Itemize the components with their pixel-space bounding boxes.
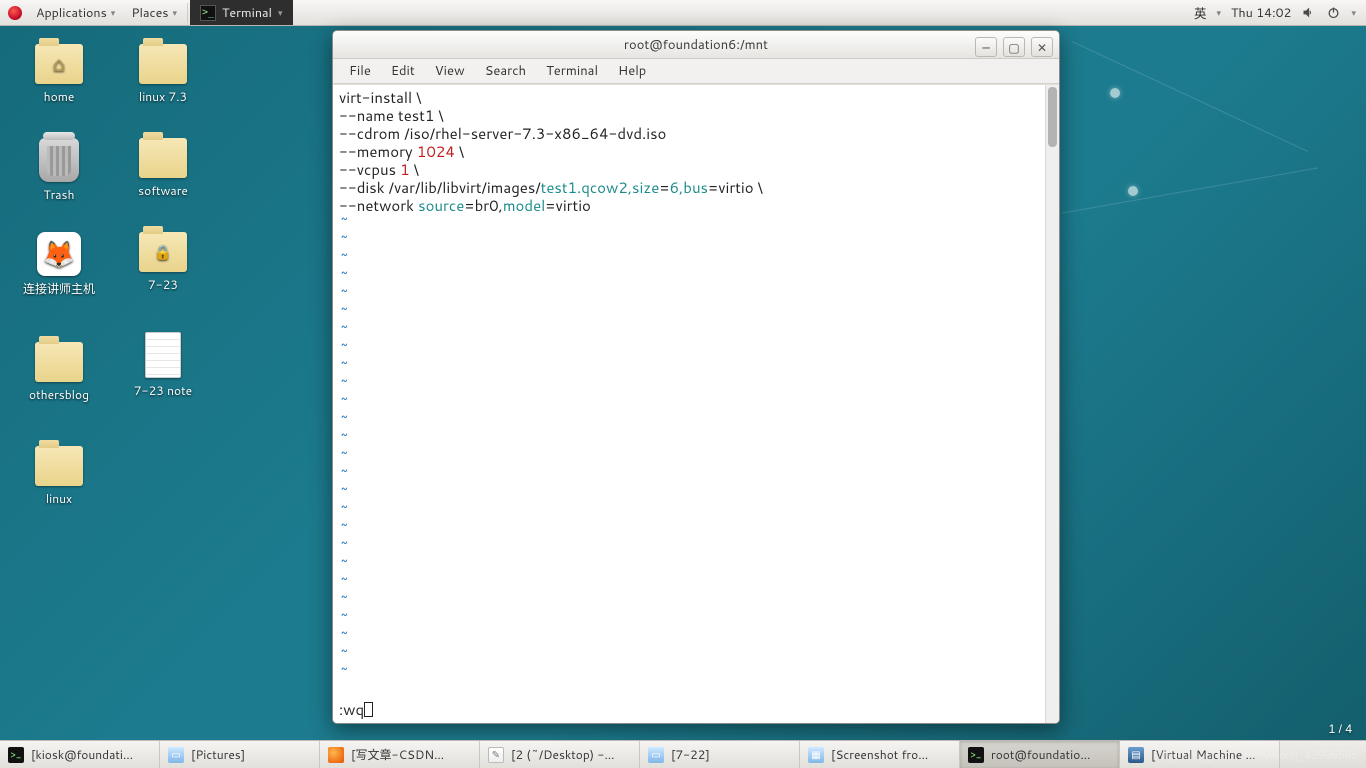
- task-label: root@foundatio…: [991, 746, 1090, 763]
- task-pictures[interactable]: ▭ [Pictures]: [160, 741, 320, 768]
- terminal-editor[interactable]: virt-install \ --name test1 \ --cdrom /i…: [333, 85, 1045, 723]
- icon-label: 7-23: [118, 276, 208, 293]
- desktop-icon-connect-teacher[interactable]: 🦊 连接讲师主机: [14, 232, 104, 297]
- clock[interactable]: Thu 14:02: [1231, 4, 1291, 22]
- chevron-down-icon: ▾: [111, 6, 116, 19]
- icon-label: othersblog: [14, 386, 104, 403]
- task-kiosk-terminal[interactable]: >_ [kiosk@foundati…: [0, 741, 160, 768]
- desktop-icon-7-23[interactable]: 🔒 7-23: [118, 232, 208, 293]
- firefox-icon: [328, 747, 344, 763]
- places-menu[interactable]: Places ▾: [123, 0, 185, 25]
- icon-label: software: [118, 182, 208, 199]
- task-label: [7-22]: [671, 746, 710, 763]
- places-label: Places: [131, 4, 168, 22]
- lock-icon: 🔒: [145, 238, 181, 266]
- icon-label: Trash: [14, 186, 104, 203]
- task-label: [kiosk@foundati…: [31, 746, 133, 763]
- task-label: [Pictures]: [191, 746, 245, 763]
- chevron-down-icon: ▾: [1351, 6, 1356, 19]
- panel-task-terminal[interactable]: >_ Terminal ▾: [190, 0, 292, 25]
- icon-label: home: [14, 88, 104, 105]
- window-minimize-button[interactable]: ─: [975, 37, 997, 57]
- page-indicator: 1 / 4: [1329, 722, 1352, 736]
- redhat-logo-icon: [8, 6, 22, 20]
- applications-menu[interactable]: Applications ▾: [28, 0, 123, 25]
- chevron-down-icon: ▾: [173, 6, 178, 19]
- vim-command-line[interactable]: :wq: [339, 701, 373, 719]
- panel-task-label: Terminal: [222, 4, 272, 22]
- bottom-taskbar: >_ [kiosk@foundati… ▭ [Pictures] [写文章-CS…: [0, 740, 1366, 768]
- window-titlebar[interactable]: root@foundation6:/mnt ─ ▢ ✕: [333, 31, 1059, 59]
- window-close-button[interactable]: ✕: [1031, 37, 1053, 57]
- top-panel: Applications ▾ Places ▾ >_ Terminal ▾ 英 …: [0, 0, 1366, 26]
- desktop-icon-linux73[interactable]: linux 7.3: [118, 44, 208, 105]
- vm-icon: ▤: [1128, 747, 1144, 763]
- task-label: [Virtual Machine …: [1151, 746, 1256, 763]
- menu-edit[interactable]: Edit: [383, 59, 423, 83]
- task-root-terminal[interactable]: >_ root@foundatio…: [960, 741, 1120, 768]
- task-label: [Screenshot fro…: [831, 746, 928, 763]
- terminal-icon: >_: [968, 747, 984, 763]
- chevron-down-icon: ▾: [1216, 6, 1221, 19]
- menu-view[interactable]: View: [427, 59, 473, 83]
- terminal-menubar: File Edit View Search Terminal Help: [333, 59, 1059, 84]
- desktop-icon-trash[interactable]: Trash: [14, 138, 104, 203]
- menu-search[interactable]: Search: [477, 59, 534, 83]
- desktop-icon-software[interactable]: software: [118, 138, 208, 199]
- task-csdn-firefox[interactable]: [写文章-CSDN…: [320, 741, 480, 768]
- image-icon: ▦: [808, 747, 824, 763]
- folder-icon: ▭: [168, 747, 184, 763]
- terminal-icon: >_: [200, 5, 216, 21]
- ime-indicator[interactable]: 英: [1194, 3, 1207, 23]
- menu-help[interactable]: Help: [610, 59, 654, 83]
- icon-label: linux 7.3: [118, 88, 208, 105]
- task-gedit[interactable]: ✎ [2 (~/Desktop) -…: [480, 741, 640, 768]
- task-label: [写文章-CSDN…: [351, 746, 444, 763]
- separator: [187, 3, 188, 23]
- icon-label: 连接讲师主机: [14, 280, 104, 297]
- terminal-window: root@foundation6:/mnt ─ ▢ ✕ File Edit Vi…: [332, 30, 1060, 724]
- textfile-icon: [145, 332, 181, 378]
- task-virt-manager[interactable]: ▤ [Virtual Machine …: [1120, 741, 1280, 768]
- menu-file[interactable]: File: [341, 59, 379, 83]
- desktop-icon-7-23-note[interactable]: 7-23 note: [118, 332, 208, 399]
- task-label: [2 (~/Desktop) -…: [511, 746, 615, 763]
- icon-label: linux: [14, 490, 104, 507]
- chevron-down-icon: ▾: [278, 6, 283, 19]
- icon-label: 7-23 note: [118, 382, 208, 399]
- desktop-icon-home[interactable]: ⌂ home: [14, 44, 104, 105]
- scrollbar[interactable]: [1045, 85, 1059, 723]
- home-icon: ⌂: [41, 50, 77, 78]
- folder-icon: ▭: [648, 747, 664, 763]
- app-icon: 🦊: [37, 232, 81, 276]
- editor-line: --network source=br0,model=virtio: [339, 195, 591, 216]
- editor-icon: ✎: [488, 747, 504, 763]
- trash-icon: [39, 138, 79, 182]
- task-screenshot[interactable]: ▦ [Screenshot fro…: [800, 741, 960, 768]
- window-maximize-button[interactable]: ▢: [1003, 37, 1025, 57]
- power-icon[interactable]: [1326, 5, 1341, 20]
- window-title: root@foundation6:/mnt: [624, 36, 768, 54]
- desktop-icon-linux[interactable]: linux: [14, 446, 104, 507]
- desktop-icon-othersblog[interactable]: othersblog: [14, 342, 104, 403]
- volume-icon[interactable]: [1301, 5, 1316, 20]
- applications-label: Applications: [36, 4, 107, 22]
- task-7-22[interactable]: ▭ [7-22]: [640, 741, 800, 768]
- cursor-icon: [364, 702, 373, 717]
- scrollbar-thumb[interactable]: [1048, 87, 1057, 147]
- terminal-icon: >_: [8, 747, 24, 763]
- menu-terminal[interactable]: Terminal: [538, 59, 606, 83]
